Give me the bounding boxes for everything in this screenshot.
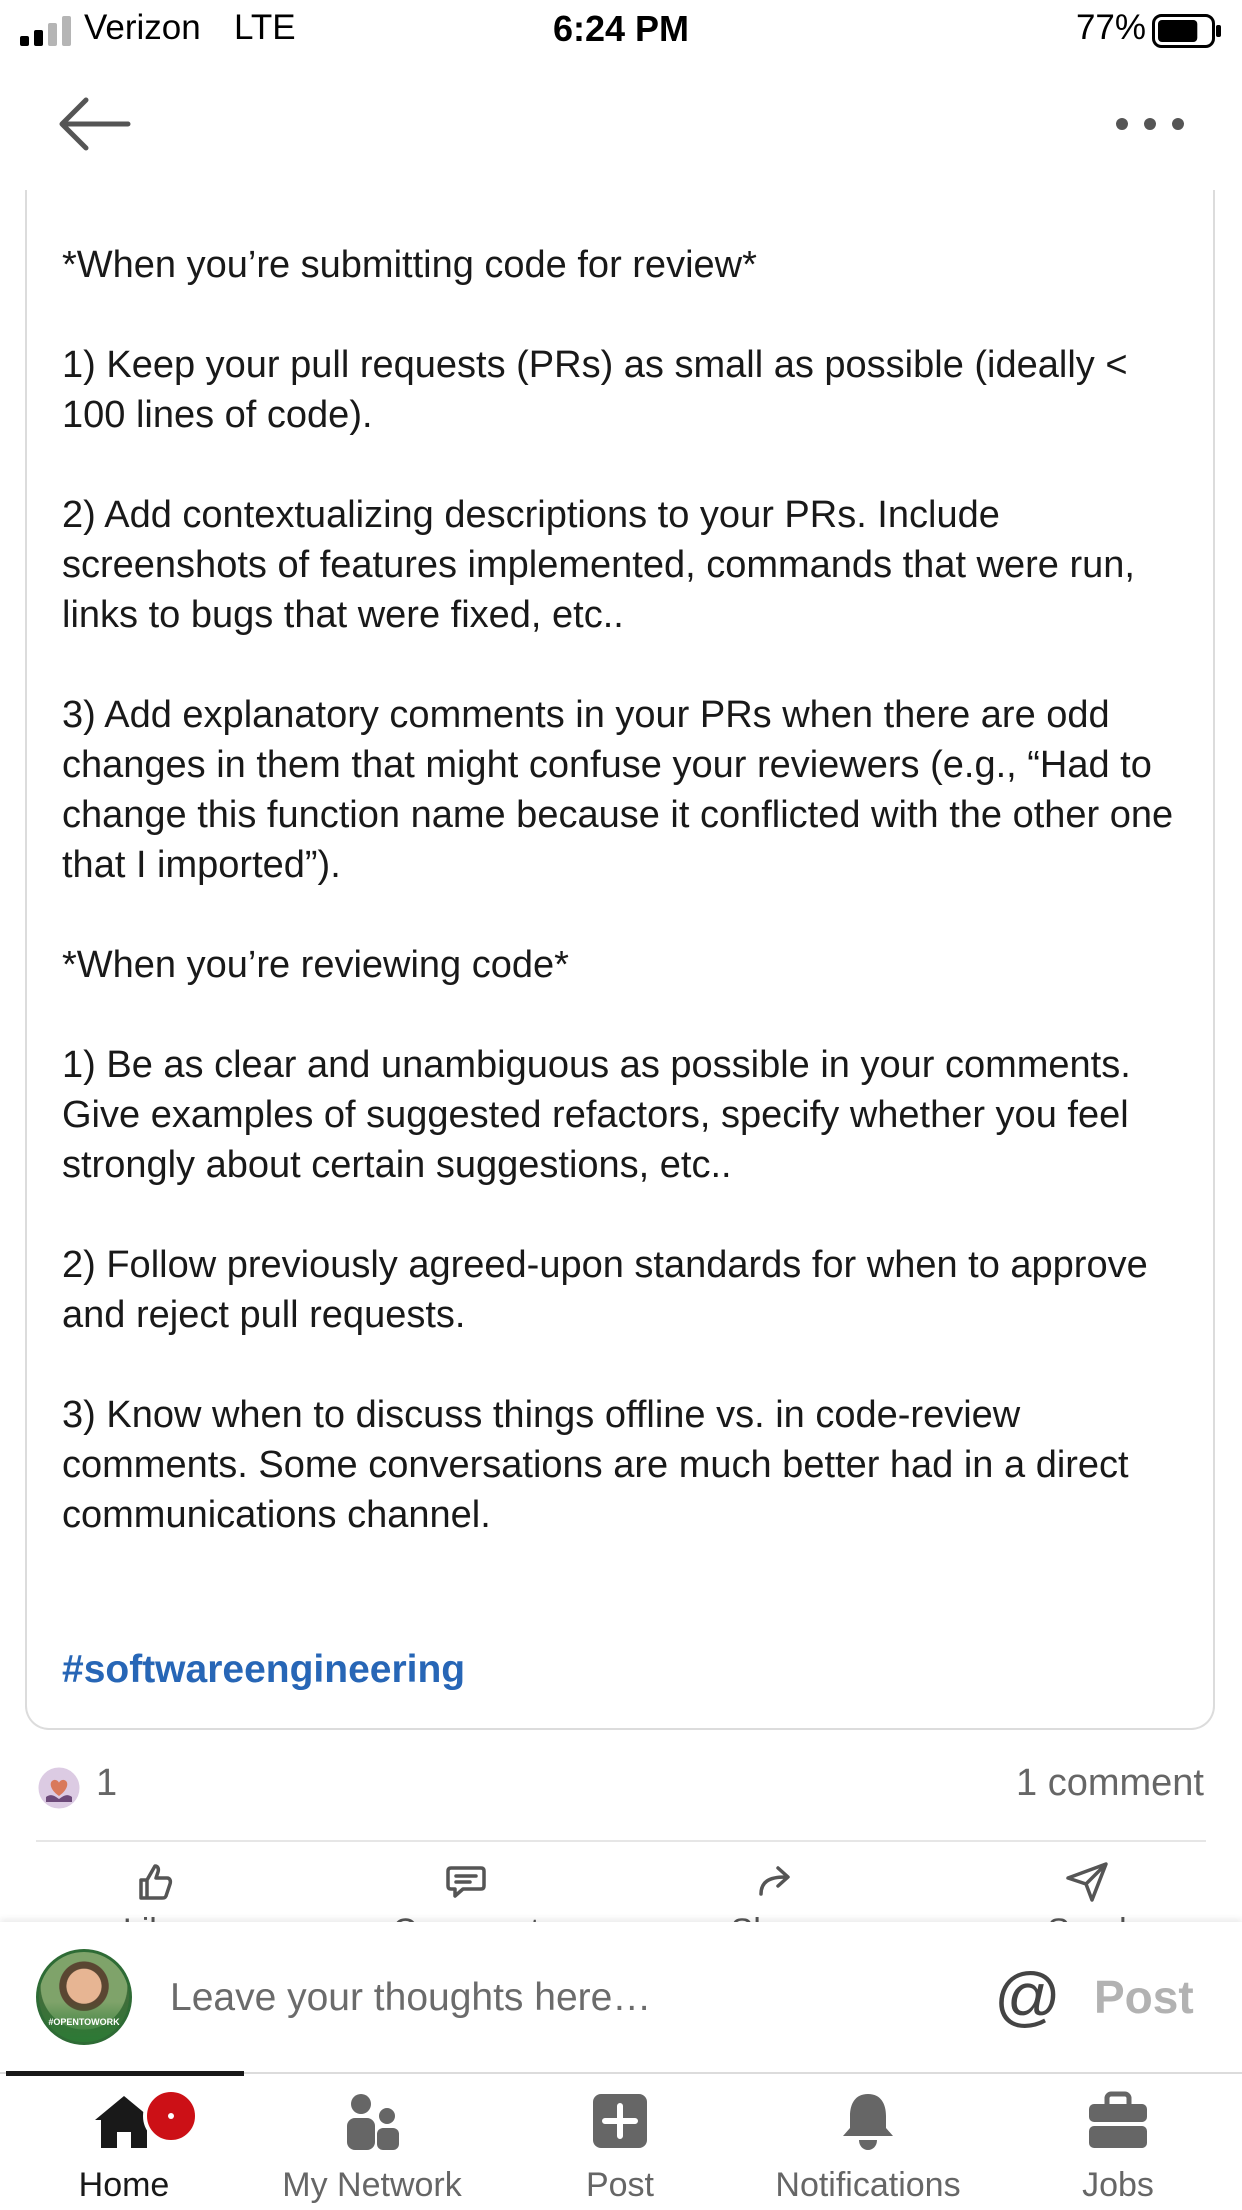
tab-my-network[interactable]: My Network <box>248 2074 496 2210</box>
tab-home-label: Home <box>78 2166 170 2204</box>
comment-input[interactable] <box>168 1962 972 2034</box>
battery-icon <box>1152 14 1221 48</box>
clock: 6:24 PM <box>552 8 690 49</box>
comment-bar: #OPENTOWORK @ Post <box>0 1922 1242 2072</box>
send-icon <box>1066 1862 1108 1902</box>
tab-post-label: Post <box>585 2166 655 2204</box>
bell-icon <box>843 2094 893 2150</box>
post-action-bar: Like Comment Share Send <box>0 1846 1242 1926</box>
battery-percent: 77% <box>1075 8 1146 47</box>
like-button[interactable]: Like <box>79 1858 229 1926</box>
plus-square-icon <box>593 2094 647 2148</box>
briefcase-icon <box>1089 2091 1147 2148</box>
mention-icon[interactable]: @ <box>994 1958 1061 2034</box>
reaction-count[interactable]: 1 <box>96 1762 117 1805</box>
thumbs-up-icon <box>139 1864 173 1900</box>
send-button[interactable]: Send <box>1012 1858 1162 1926</box>
back-arrow-icon[interactable] <box>56 92 140 156</box>
active-tab-indicator <box>6 2071 244 2076</box>
status-bar: Verizon LTE 6:24 PM 77% <box>0 0 1242 62</box>
hashtag-link[interactable]: #softwareengineering <box>62 1648 465 1692</box>
post-body-text: participating in code review. *When you’… <box>62 144 1174 1536</box>
user-avatar[interactable]: #OPENTOWORK <box>36 1949 132 2045</box>
tab-jobs[interactable]: Jobs <box>994 2074 1242 2210</box>
share-button[interactable]: Share <box>701 1858 851 1926</box>
tab-my-network-label: My Network <box>282 2166 462 2204</box>
top-nav <box>0 62 1242 190</box>
open-to-work-badge: #OPENTOWORK <box>39 2002 129 2042</box>
post-card: participating in code review. *When you’… <box>25 120 1215 1730</box>
people-icon <box>347 2094 399 2150</box>
tab-notifications[interactable]: Notifications <box>744 2074 992 2210</box>
tab-home[interactable]: Home <box>0 2074 248 2210</box>
more-options-icon[interactable] <box>1112 108 1188 140</box>
divider <box>36 1840 1206 1842</box>
comment-bubble-icon <box>446 1866 486 1898</box>
post-comment-button[interactable]: Post <box>1094 1970 1194 2024</box>
social-counts: 1 1 comment <box>0 1752 1242 1822</box>
share-arrow-icon <box>759 1866 790 1896</box>
love-reaction-icon[interactable] <box>37 1766 81 1810</box>
comment-count-link[interactable]: 1 comment <box>1016 1762 1204 1805</box>
tab-notifications-label: Notifications <box>775 2166 961 2204</box>
tab-post[interactable]: Post <box>496 2074 744 2210</box>
bottom-tab-bar: Home My Network Post Notifications Jobs <box>0 2072 1242 2208</box>
home-notification-badge <box>143 2088 199 2144</box>
comment-button[interactable]: Comment <box>391 1858 541 1926</box>
tab-jobs-label: Jobs <box>1082 2166 1154 2204</box>
